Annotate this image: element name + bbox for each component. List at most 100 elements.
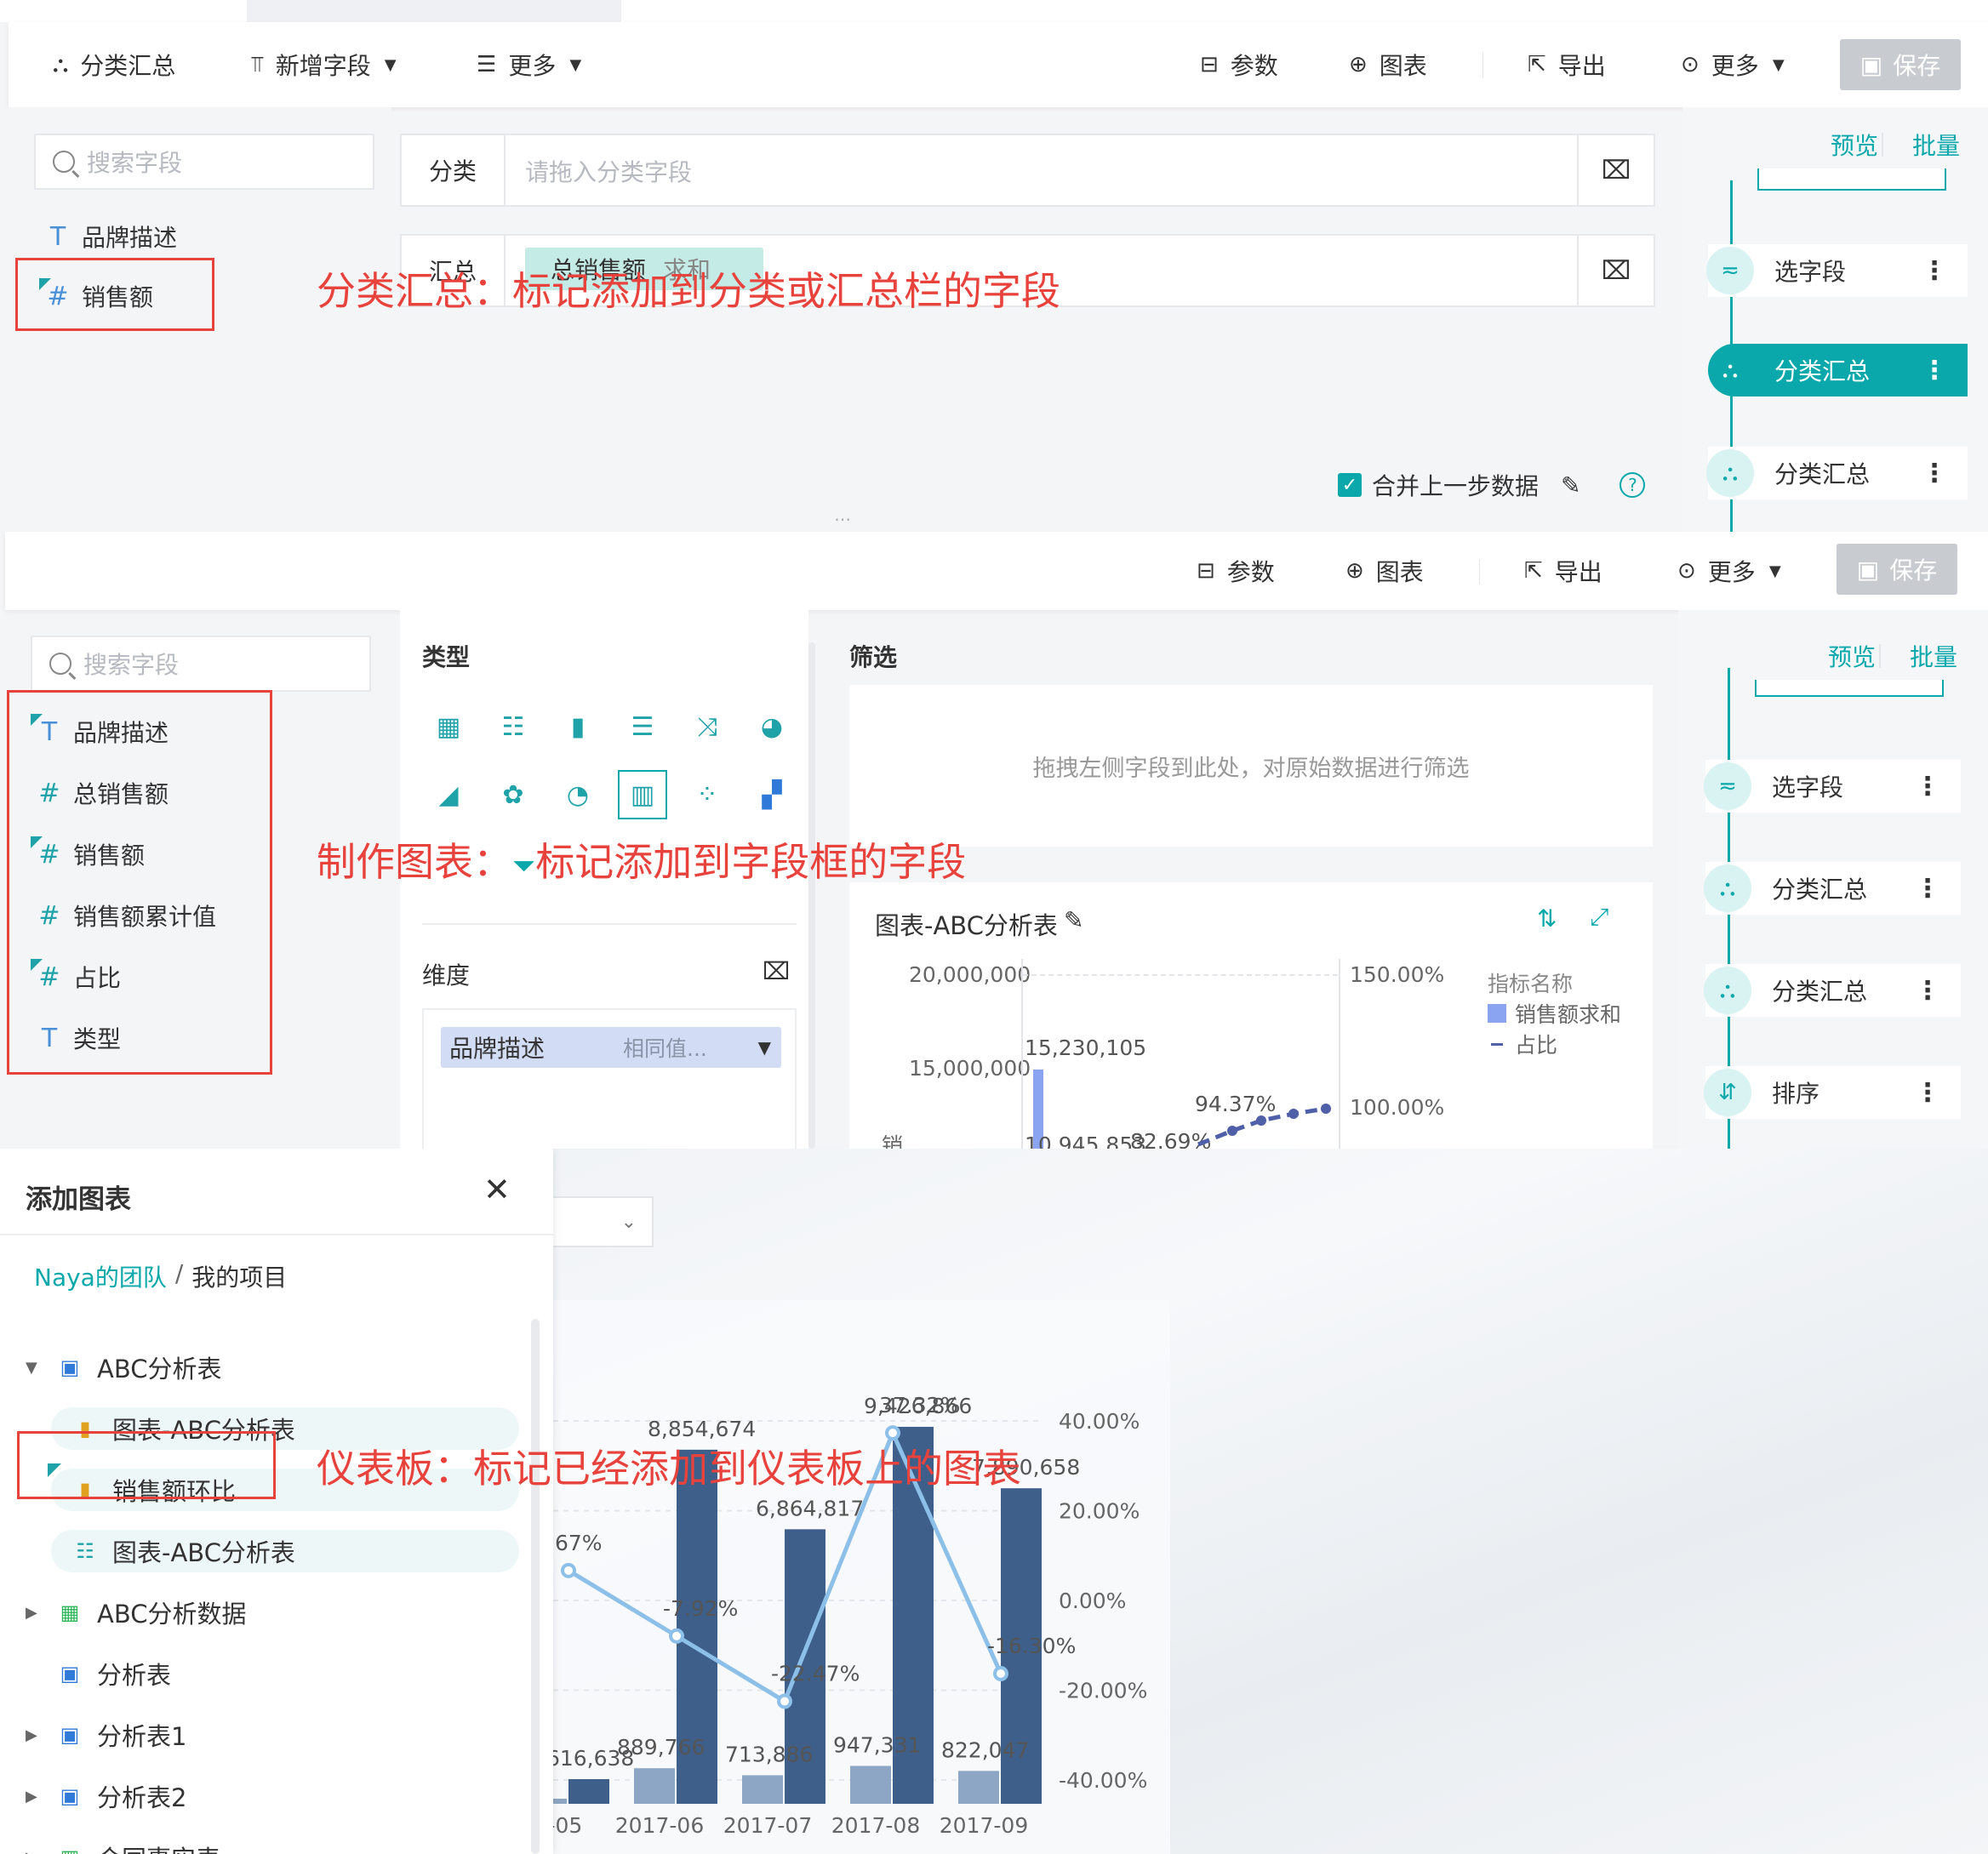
pie-chart-icon[interactable]: ◕	[756, 710, 788, 743]
preview-link[interactable]: 预览	[1828, 639, 1876, 673]
ellipsis-circle-icon: ⊙	[1677, 558, 1696, 584]
kebab-icon[interactable]: ⋮	[1915, 976, 1940, 1006]
caret-right-icon[interactable]: ▶	[26, 1788, 46, 1806]
panel-dashboard: ⌄ 40.00%20.00%0.00%-20.00%-40.00%373,616…	[0, 1149, 1988, 1854]
toolbar-divider	[1482, 53, 1483, 78]
sort-icon: ⇵	[1704, 1069, 1751, 1116]
add-field-button[interactable]: ⫪ 新增字段 ▼	[251, 22, 397, 107]
horizontal-bar-icon[interactable]: ☰	[626, 710, 659, 743]
tree-folder-item[interactable]: ▶ ▣ 分析表2	[26, 1775, 186, 1817]
gauge-icon[interactable]: ◔	[562, 779, 594, 811]
save-button[interactable]: ▣ 保存	[1840, 39, 1961, 90]
breadcrumb-team[interactable]: Naya的团队	[34, 1259, 167, 1293]
line-label: 37.32%	[879, 1393, 960, 1418]
scrollbar[interactable]	[808, 642, 815, 1149]
data-label: 713,886	[725, 1742, 813, 1766]
annotation-group-sum: 分类汇总：标记添加到分类或汇总栏的字段	[317, 268, 1060, 314]
resize-handle[interactable]: ⋯	[834, 509, 851, 529]
step-group-sum-active[interactable]: ⛬ 分类汇总 ⋮	[1708, 344, 1968, 396]
area-chart-icon[interactable]: ◢	[432, 779, 465, 811]
active-tab[interactable]	[247, 0, 621, 22]
kebab-icon[interactable]: ⋮	[1922, 256, 1947, 286]
breadcrumb-project[interactable]: 我的项目	[191, 1259, 287, 1293]
clear-icon[interactable]: ⌧	[763, 957, 790, 985]
kebab-icon[interactable]: ⋮	[1915, 1078, 1940, 1108]
params-button[interactable]: ⊟ 参数	[1197, 532, 1275, 610]
group-drop-zone[interactable]: 分类 请拖入分类字段 ⌧	[400, 134, 1655, 207]
line-chart-icon[interactable]: ⤨	[691, 710, 723, 743]
more-menu-right[interactable]: ⊙ 更多 ▼	[1681, 22, 1785, 107]
batch-link[interactable]: 批量	[1910, 639, 1957, 673]
combo-chart-icon[interactable]: ▥	[618, 770, 667, 819]
scatter-icon[interactable]: ⁘	[691, 779, 723, 811]
export-button[interactable]: ⇱ 导出	[1524, 532, 1602, 610]
x-axis-tick: 2017-06	[615, 1813, 704, 1838]
data-label: 6,864,817	[756, 1496, 864, 1520]
field-item[interactable]: T 品牌描述	[34, 215, 177, 258]
dashboard-grid-icon[interactable]: ▞	[756, 779, 788, 811]
more-menu-left[interactable]: ☰ 更多 ▼	[477, 22, 581, 107]
step-sort[interactable]: ⇵ 排序 ⋮	[1704, 1066, 1961, 1119]
table-icon[interactable]: ▦	[432, 710, 465, 743]
step-group-sum[interactable]: ⛬ 分类汇总 ⋮	[1706, 447, 1968, 499]
export-button[interactable]: ⇱ 导出	[1528, 22, 1606, 107]
tree-folder-item[interactable]: ▣ 分析表	[26, 1652, 171, 1695]
data-label: 822,047	[941, 1737, 1029, 1762]
step-group-sum[interactable]: ⛬ 分类汇总 ⋮	[1704, 964, 1961, 1017]
cross-table-icon[interactable]: ☷	[497, 710, 529, 743]
ellipsis-circle-icon: ⊙	[1681, 52, 1700, 77]
chart-button[interactable]: ⊕ 图表	[1349, 22, 1427, 107]
save-button[interactable]: ▣ 保存	[1837, 544, 1957, 595]
funnel-icon: ⏷	[512, 849, 536, 883]
analysis-icon: ▣	[60, 1662, 80, 1686]
caret-right-icon[interactable]: ▶	[26, 1726, 46, 1744]
step-card-partial	[1755, 680, 1944, 697]
legend-line	[1491, 1042, 1503, 1046]
step-group-sum[interactable]: ⛬ 分类汇总 ⋮	[1704, 862, 1961, 915]
close-icon[interactable]: ✕	[483, 1171, 511, 1208]
search-input[interactable]: 搜索字段	[34, 134, 374, 190]
tree-folder-item[interactable]: ▶ ▦ ABC分析数据	[26, 1591, 246, 1634]
legend-item[interactable]: 占比	[1488, 1029, 1557, 1059]
bar-dark	[568, 1779, 609, 1804]
tree-folder-item[interactable]: ▼ ▣ ABC分析表	[26, 1346, 221, 1389]
group-sum-tool[interactable]: ⛬ 分类汇总	[53, 22, 175, 107]
bar-chart-icon[interactable]: ▮	[562, 710, 594, 743]
tree-folder-item[interactable]: ▶▦合同事实表	[26, 1836, 220, 1854]
step-select-fields[interactable]: ≂ 选字段 ⋮	[1706, 244, 1968, 297]
x-axis-tick: 2017-08	[831, 1813, 920, 1838]
panel-make-chart: ⊟ 参数 ⊕ 图表 ⇱ 导出 ⊙ 更多 ▼ ▣ 保存 搜索字段 T 品牌描述 # 总销售额 # 销…	[0, 532, 1988, 1149]
chart-preview: 图表-ABC分析表 ✎ ⇅ ⤢ 20,000,000 15,000,000 销 …	[849, 882, 1653, 1149]
analysis-icon: ▣	[60, 1355, 80, 1379]
line-label: 67%	[555, 1531, 603, 1555]
edit-icon[interactable]: ✎	[1561, 471, 1580, 499]
help-icon[interactable]: ?	[1620, 472, 1646, 498]
kebab-icon[interactable]: ⋮	[1915, 874, 1940, 904]
legend-item[interactable]: 销售额求和	[1488, 998, 1621, 1029]
params-button[interactable]: ⊟ 参数	[1200, 22, 1278, 107]
preview-link[interactable]: 预览	[1831, 128, 1878, 162]
caret-right-icon[interactable]: ▶	[26, 1604, 46, 1622]
search-input[interactable]: 搜索字段	[31, 636, 371, 692]
clear-icon[interactable]: ⌧	[1577, 135, 1654, 205]
clear-icon[interactable]: ⌧	[1577, 236, 1654, 305]
dimension-chip[interactable]: 品牌描述 相同值... ▼	[441, 1027, 781, 1068]
caret-down-icon: ▼	[384, 55, 397, 74]
kebab-icon[interactable]: ⋮	[1922, 459, 1947, 488]
kebab-icon[interactable]: ⋮	[1922, 356, 1947, 385]
chart-button[interactable]: ⊕ 图表	[1345, 532, 1424, 610]
merge-checkbox[interactable]: ✓ 合并上一步数据 ✎ ?	[1338, 468, 1646, 502]
map-icon[interactable]: ✿	[497, 779, 529, 811]
tree-child-item[interactable]: ☷ 图表-ABC分析表	[73, 1530, 295, 1572]
caret-down-icon[interactable]: ▼	[26, 1359, 46, 1377]
caret-right-icon[interactable]: ▶	[26, 1849, 46, 1854]
rail-divider	[1879, 644, 1881, 668]
y-right-tick: 40.00%	[1059, 1409, 1140, 1434]
more-menu[interactable]: ⊙ 更多 ▼	[1677, 532, 1781, 610]
filter-drop-zone[interactable]: 拖拽左侧字段到此处，对原始数据进行筛选	[849, 685, 1653, 847]
batch-link[interactable]: 批量	[1912, 128, 1960, 162]
kebab-icon[interactable]: ⋮	[1915, 772, 1940, 801]
tree-folder-item[interactable]: ▶ ▣ 分析表1	[26, 1714, 186, 1756]
step-select-fields[interactable]: ≂ 选字段 ⋮	[1704, 760, 1961, 813]
scrollbar[interactable]	[531, 1319, 540, 1854]
